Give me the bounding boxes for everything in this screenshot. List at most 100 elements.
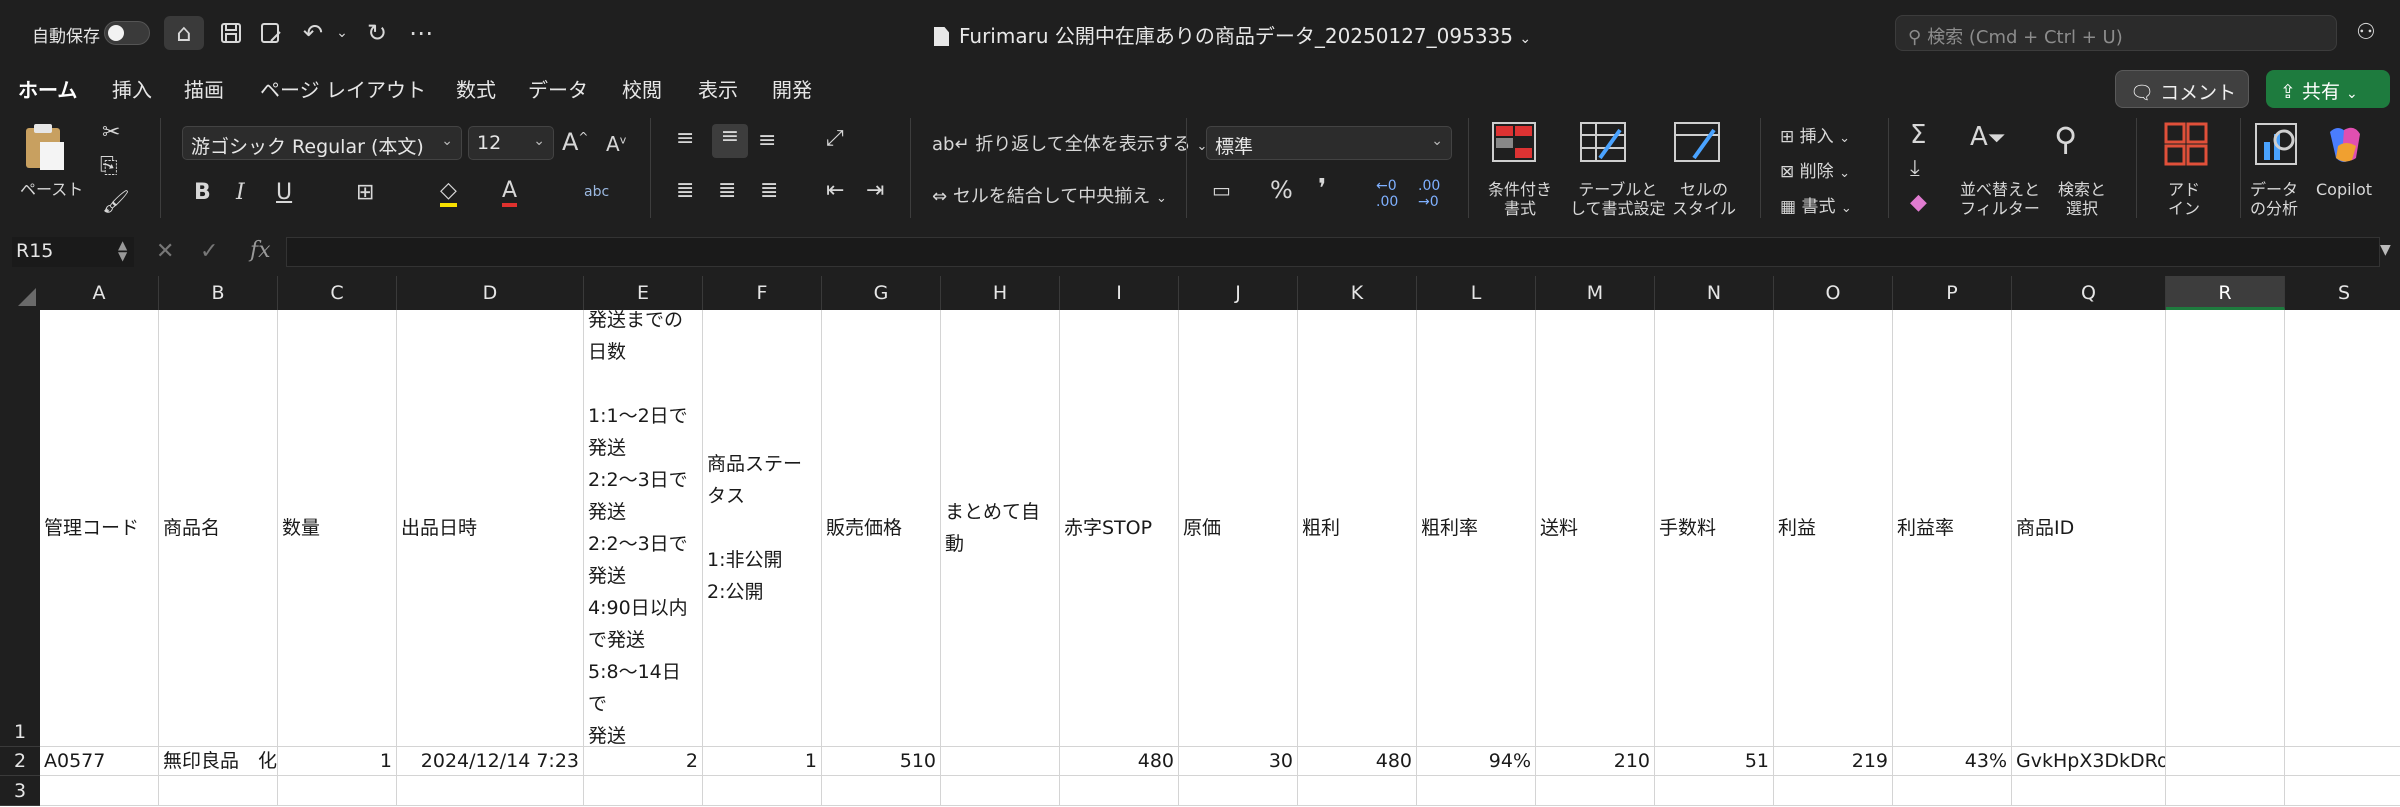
cell-g1[interactable]: 販売価格: [822, 310, 941, 747]
cell-c3[interactable]: [278, 776, 397, 806]
cell-g3[interactable]: [822, 776, 941, 806]
column-header-m[interactable]: M: [1536, 276, 1655, 310]
cell-f3[interactable]: [703, 776, 822, 806]
cell-d2[interactable]: 2024/12/14 7:23: [397, 747, 584, 776]
cell-b2[interactable]: 無印良品 化: [159, 747, 278, 776]
cell-q1[interactable]: 商品ID: [2012, 310, 2166, 747]
cell-j1[interactable]: 原価: [1179, 310, 1298, 747]
copilot-icon[interactable]: [2322, 122, 2368, 168]
row-header-3[interactable]: 3: [0, 776, 40, 806]
fx-icon[interactable]: fx: [250, 238, 271, 263]
cell-m3[interactable]: [1536, 776, 1655, 806]
cell-f2[interactable]: 1: [703, 747, 822, 776]
sort-filter-icon[interactable]: A⏷: [1970, 122, 2005, 152]
font-size-select[interactable]: 12 ⌄: [468, 126, 554, 160]
increase-decimal-icon[interactable]: ←0.00: [1376, 178, 1398, 210]
column-header-a[interactable]: A: [40, 276, 159, 310]
tab-view[interactable]: 表示: [698, 74, 738, 103]
percent-icon[interactable]: %: [1270, 176, 1293, 204]
expand-formula-icon[interactable]: ▼: [2380, 242, 2391, 258]
name-box-stepper-icon[interactable]: ▲ ▼: [118, 239, 127, 262]
wrap-text-button[interactable]: ab↵ 折り返して全体を表示する ⌄: [932, 130, 1207, 156]
underline-icon[interactable]: U: [276, 180, 292, 205]
column-header-f[interactable]: F: [703, 276, 822, 310]
cell-s2[interactable]: [2285, 747, 2400, 776]
tab-data[interactable]: データ: [528, 74, 588, 103]
fill-color-icon[interactable]: ◇: [440, 178, 457, 207]
font-color-icon[interactable]: A: [502, 178, 518, 207]
phonetic-icon[interactable]: abc: [584, 184, 609, 200]
column-header-l[interactable]: L: [1417, 276, 1536, 310]
cell-a2[interactable]: A0577: [40, 747, 159, 776]
format-table-icon[interactable]: [1580, 122, 1626, 162]
align-center-icon[interactable]: ≣: [718, 178, 736, 203]
cell-j2[interactable]: 30: [1179, 747, 1298, 776]
document-title[interactable]: Furimaru 公開中在庫ありの商品データ_20250127_095335 ⌄: [934, 20, 1531, 49]
find-icon[interactable]: ⚲: [2054, 120, 2077, 158]
column-header-j[interactable]: J: [1179, 276, 1298, 310]
cell-n3[interactable]: [1655, 776, 1774, 806]
align-right-icon[interactable]: ≣: [760, 178, 778, 203]
number-format-select[interactable]: 標準 ⌄: [1206, 126, 1452, 160]
cell-p3[interactable]: [1893, 776, 2012, 806]
column-header-k[interactable]: K: [1298, 276, 1417, 310]
save-icon[interactable]: [214, 16, 248, 50]
cell-b1[interactable]: 商品名: [159, 310, 278, 747]
cell-h1[interactable]: まとめて自動: [941, 310, 1060, 747]
name-box[interactable]: R15: [12, 237, 134, 267]
cell-g2[interactable]: 510: [822, 747, 941, 776]
comma-style-icon[interactable]: ❜: [1318, 174, 1326, 204]
cell-d1[interactable]: 出品日時: [397, 310, 584, 747]
autosave-toggle[interactable]: [104, 21, 150, 45]
cell-q2[interactable]: GvkHpX3DkDRo7iyVKP3gY5: [2012, 747, 2166, 776]
comment-button[interactable]: 🗨︎ コメント: [2115, 70, 2249, 108]
search-box[interactable]: ⚲ 検索 (Cmd + Ctrl + U): [1895, 15, 2337, 51]
orientation-icon[interactable]: ⤢: [826, 126, 844, 151]
autosum-icon[interactable]: Σ: [1910, 120, 1926, 150]
cell-a3[interactable]: [40, 776, 159, 806]
more-icon[interactable]: ⋯: [404, 16, 438, 50]
column-header-p[interactable]: P: [1893, 276, 2012, 310]
conditional-format-icon[interactable]: [1492, 122, 1536, 162]
cell-k1[interactable]: 粗利: [1298, 310, 1417, 747]
save-as-icon[interactable]: [254, 16, 288, 50]
clear-icon[interactable]: ◆: [1910, 190, 1927, 215]
fill-icon[interactable]: ⤓: [1910, 156, 1920, 181]
cell-e3[interactable]: [584, 776, 703, 806]
align-top-icon[interactable]: ≡: [676, 126, 694, 151]
column-header-o[interactable]: O: [1774, 276, 1893, 310]
align-left-icon[interactable]: ≣: [676, 178, 694, 203]
cell-f1[interactable]: 商品ステー タス 1:非公開 2:公開: [703, 310, 822, 747]
cell-p2[interactable]: 43%: [1893, 747, 2012, 776]
tab-draw[interactable]: 描画: [184, 74, 224, 103]
cut-icon[interactable]: ✂: [102, 120, 120, 145]
cell-e2[interactable]: 2: [584, 747, 703, 776]
decrease-indent-icon[interactable]: ⇤: [826, 178, 844, 203]
cell-l3[interactable]: [1417, 776, 1536, 806]
format-cells-button[interactable]: ▦ 書式 ⌄: [1780, 192, 1852, 217]
share-button[interactable]: ⇪ 共有 ⌄: [2266, 70, 2390, 108]
borders-icon[interactable]: ⊞: [356, 180, 374, 205]
cell-i2[interactable]: 480: [1060, 747, 1179, 776]
align-bottom-icon[interactable]: ≡: [758, 128, 776, 153]
paste-icon[interactable]: [22, 122, 68, 172]
home-icon[interactable]: ⌂: [164, 16, 204, 50]
cell-b3[interactable]: [159, 776, 278, 806]
cell-k2[interactable]: 480: [1298, 747, 1417, 776]
column-header-g[interactable]: G: [822, 276, 941, 310]
decrease-decimal-icon[interactable]: .00 →0: [1418, 178, 1440, 210]
increase-indent-icon[interactable]: ⇥: [866, 178, 884, 203]
column-header-i[interactable]: I: [1060, 276, 1179, 310]
cell-c1[interactable]: 数量: [278, 310, 397, 747]
cell-r2[interactable]: [2166, 747, 2285, 776]
cell-k3[interactable]: [1298, 776, 1417, 806]
column-header-d[interactable]: D: [397, 276, 584, 310]
cell-i3[interactable]: [1060, 776, 1179, 806]
decrease-font-icon[interactable]: Av: [606, 132, 626, 156]
bold-icon[interactable]: B: [194, 180, 211, 205]
cell-r1[interactable]: [2166, 310, 2285, 747]
cell-j3[interactable]: [1179, 776, 1298, 806]
insert-cells-button[interactable]: ⊞ 挿入 ⌄: [1780, 122, 1850, 147]
copy-icon[interactable]: ⎘: [100, 154, 118, 179]
row-header-1[interactable]: 1: [0, 310, 40, 747]
